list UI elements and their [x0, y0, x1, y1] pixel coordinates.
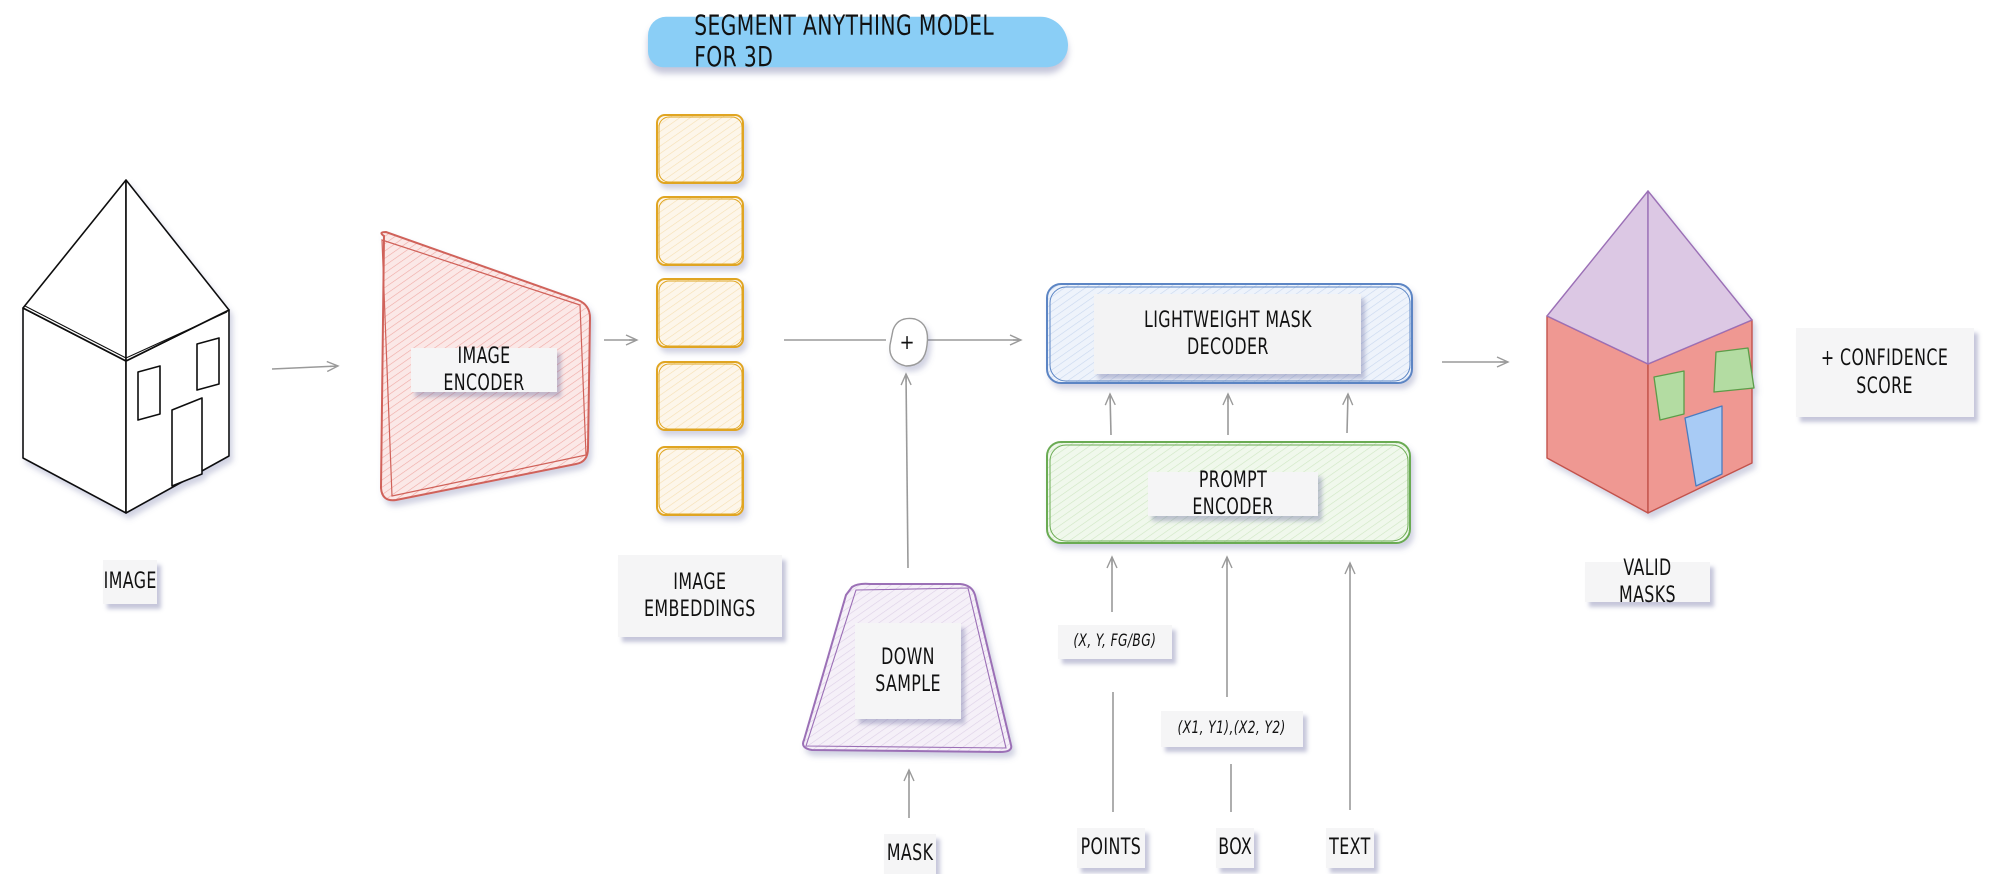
- embedding-block: [656, 361, 744, 431]
- window-mask-icon: [1713, 347, 1755, 393]
- label-points: POINTS: [1077, 828, 1145, 868]
- label-image-encoder: IMAGE ENCODER: [411, 344, 557, 396]
- embedding-block: [656, 196, 744, 266]
- label-box-format: (X1, Y1),(X2, Y2): [1161, 711, 1303, 747]
- door-icon: [171, 397, 203, 487]
- label-mask-decoder: LIGHTWEIGHT MASK DECODER: [1094, 294, 1361, 374]
- label-prompt-encoder: PROMPT ENCODER: [1148, 468, 1318, 520]
- label-confidence-score: + CONFIDENCE SCORE: [1796, 328, 1974, 417]
- embedding-block: [656, 446, 744, 516]
- label-valid-masks: VALID MASKS: [1585, 556, 1710, 608]
- window-icon: [196, 337, 220, 391]
- output-mask-house-icon: [1546, 190, 1755, 514]
- embedding-block: [656, 114, 744, 184]
- label-image: IMAGE: [103, 560, 157, 604]
- arrow-prompt-to-decoder-1: [1104, 392, 1116, 436]
- embedding-block: [656, 278, 744, 348]
- label-box: BOX: [1216, 828, 1254, 868]
- label-image-embeddings: IMAGE EMBEDDINGS: [618, 555, 782, 637]
- arrow-prompt-to-decoder-3: [1342, 392, 1354, 434]
- label-mask: MASK: [884, 834, 936, 874]
- image-embeddings-stack: [656, 114, 744, 516]
- label-points-format: (X, Y, FG/BG): [1058, 625, 1172, 659]
- sum-symbol: +: [899, 330, 915, 354]
- window-mask-icon: [1653, 370, 1685, 421]
- input-house-icon: [22, 179, 230, 514]
- label-down-sample: DOWN SAMPLE: [855, 623, 961, 719]
- diagram-canvas: [22, 114, 1755, 818]
- window-icon: [137, 365, 161, 421]
- arrow-downsample-to-sum: [900, 372, 912, 569]
- label-text: TEXT: [1326, 828, 1374, 868]
- diagram-title: SEGMENT ANYTHING MODEL FOR 3D: [648, 11, 1068, 74]
- arrow-image-to-encoder: [271, 360, 340, 373]
